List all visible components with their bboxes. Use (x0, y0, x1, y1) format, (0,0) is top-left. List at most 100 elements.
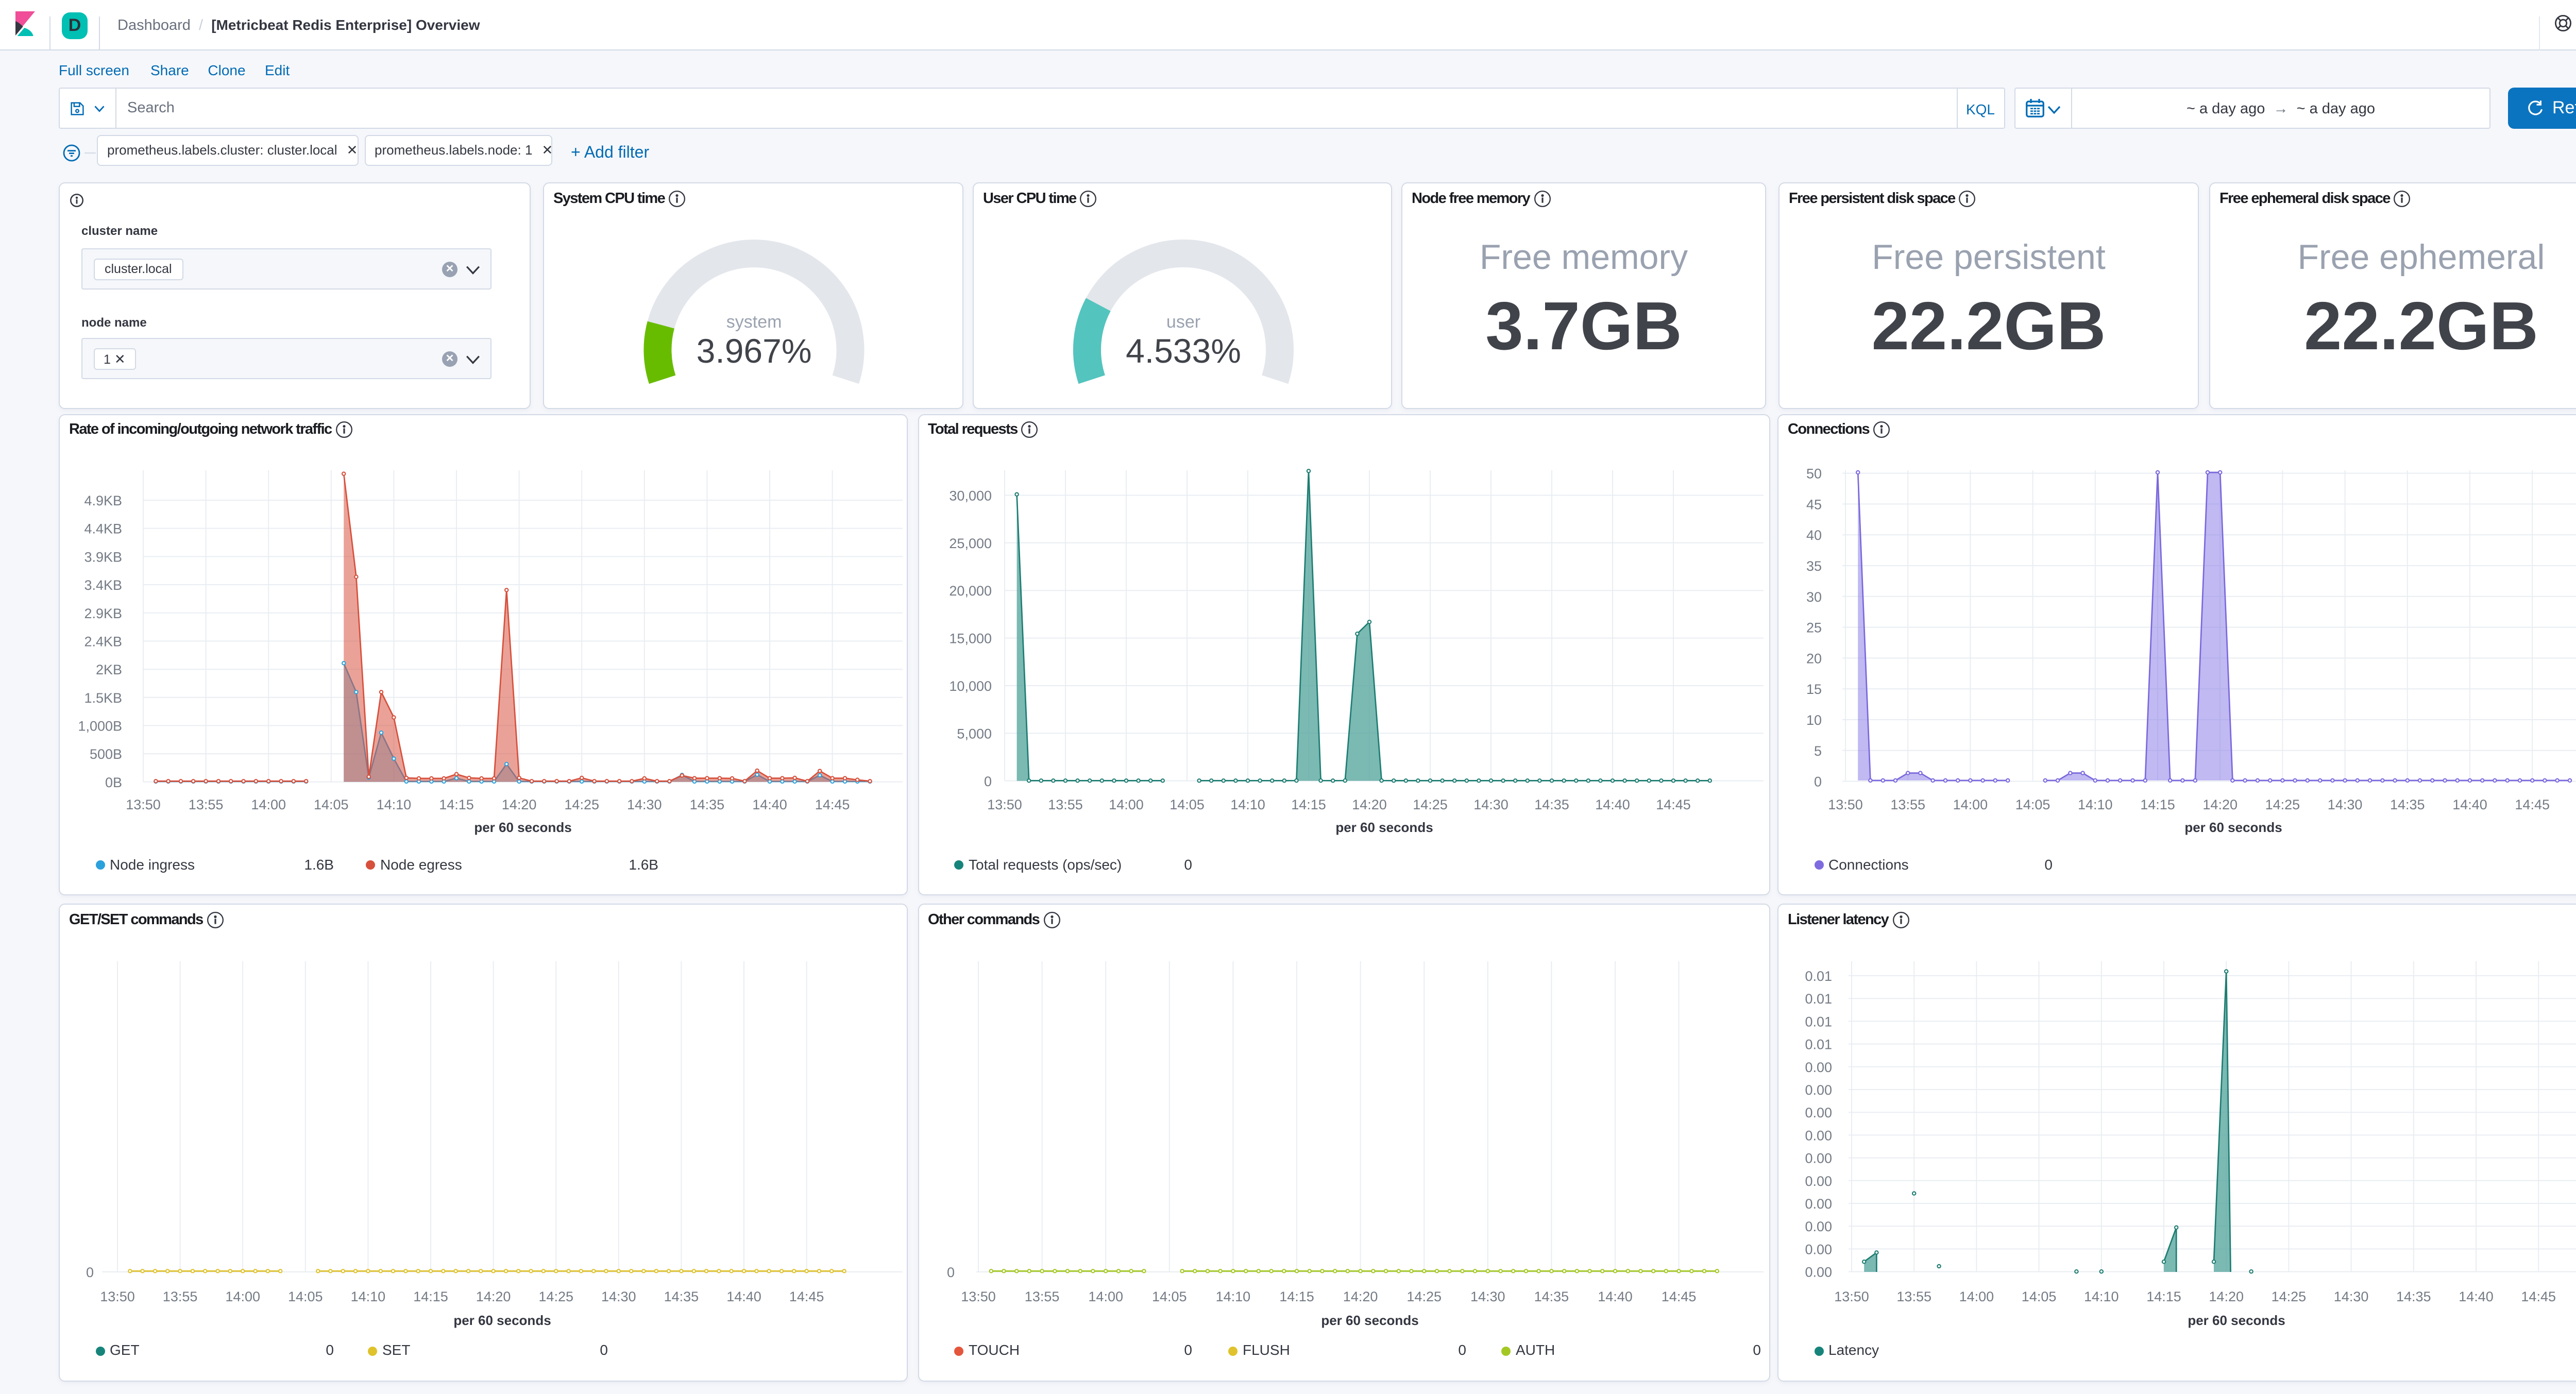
svg-text:14:20: 14:20 (1343, 1289, 1378, 1304)
svg-text:system: system (726, 312, 782, 332)
svg-text:0B: 0B (105, 774, 122, 790)
svg-text:14:15: 14:15 (2146, 1289, 2181, 1304)
svg-text:0.01: 0.01 (1805, 1037, 1832, 1052)
svg-text:30,000: 30,000 (948, 487, 991, 503)
svg-text:14:45: 14:45 (815, 796, 850, 812)
svg-text:0: 0 (984, 773, 991, 789)
svg-text:14:25: 14:25 (2272, 1289, 2307, 1304)
svg-text:20,000: 20,000 (948, 583, 991, 598)
svg-text:14:10: 14:10 (2078, 796, 2113, 812)
svg-text:14:30: 14:30 (627, 796, 662, 812)
svg-text:13:50: 13:50 (1828, 796, 1863, 812)
svg-text:0.01: 0.01 (1805, 968, 1832, 984)
svg-text:13:50: 13:50 (100, 1289, 135, 1304)
svg-text:14:05: 14:05 (2022, 1289, 2057, 1304)
svg-text:14:00: 14:00 (1088, 1289, 1123, 1304)
svg-text:14:40: 14:40 (752, 796, 787, 812)
svg-text:14:20: 14:20 (1351, 796, 1386, 812)
svg-text:user: user (1166, 312, 1200, 332)
svg-text:14:35: 14:35 (1534, 1289, 1569, 1304)
svg-text:14:40: 14:40 (1597, 1289, 1632, 1304)
svg-text:50: 50 (1806, 466, 1822, 481)
svg-text:14:00: 14:00 (1108, 796, 1143, 812)
svg-text:14:45: 14:45 (2521, 1289, 2556, 1304)
svg-text:1.5KB: 1.5KB (84, 690, 122, 705)
svg-text:40: 40 (1806, 527, 1822, 542)
svg-text:14:40: 14:40 (2452, 796, 2487, 812)
svg-text:14:15: 14:15 (1291, 796, 1326, 812)
svg-text:14:30: 14:30 (1470, 1289, 1505, 1304)
svg-text:0.00: 0.00 (1805, 1242, 1832, 1257)
svg-text:14:45: 14:45 (789, 1289, 824, 1304)
svg-text:0.00: 0.00 (1805, 1265, 1832, 1280)
svg-text:14:30: 14:30 (601, 1289, 636, 1304)
svg-text:14:10: 14:10 (1230, 796, 1265, 812)
svg-text:15: 15 (1806, 681, 1822, 696)
svg-text:0: 0 (1814, 774, 1822, 789)
svg-text:20: 20 (1806, 650, 1822, 666)
svg-text:14:05: 14:05 (1169, 796, 1204, 812)
svg-text:4.4KB: 4.4KB (84, 521, 122, 536)
svg-text:0.00: 0.00 (1805, 1082, 1832, 1098)
svg-text:14:40: 14:40 (2459, 1289, 2494, 1304)
svg-text:14:35: 14:35 (664, 1289, 699, 1304)
svg-text:13:50: 13:50 (1834, 1289, 1869, 1304)
svg-text:0.00: 0.00 (1805, 1105, 1832, 1120)
svg-text:14:35: 14:35 (2390, 796, 2425, 812)
svg-text:3.4KB: 3.4KB (84, 577, 122, 592)
svg-text:14:30: 14:30 (2328, 796, 2363, 812)
svg-text:14:20: 14:20 (502, 796, 537, 812)
svg-text:14:25: 14:25 (538, 1289, 573, 1304)
svg-text:14:30: 14:30 (2334, 1289, 2369, 1304)
svg-text:15,000: 15,000 (948, 631, 991, 646)
svg-text:14:15: 14:15 (2140, 796, 2175, 812)
svg-text:per 60 seconds: per 60 seconds (1335, 819, 1432, 835)
svg-text:14:35: 14:35 (1534, 796, 1569, 812)
svg-text:per 60 seconds: per 60 seconds (2184, 819, 2282, 835)
svg-text:14:45: 14:45 (2515, 796, 2550, 812)
svg-text:10: 10 (1806, 712, 1822, 727)
svg-text:0.00: 0.00 (1805, 1174, 1832, 1189)
svg-text:5,000: 5,000 (956, 725, 991, 741)
svg-text:13:55: 13:55 (1047, 796, 1082, 812)
svg-text:13:55: 13:55 (189, 796, 224, 812)
svg-text:per 60 seconds: per 60 seconds (1320, 1313, 1418, 1328)
svg-text:14:15: 14:15 (413, 1289, 448, 1304)
svg-text:25: 25 (1806, 620, 1822, 635)
svg-text:500B: 500B (90, 746, 122, 761)
svg-text:per 60 seconds: per 60 seconds (474, 819, 571, 835)
svg-text:45: 45 (1806, 496, 1822, 512)
svg-text:14:20: 14:20 (2209, 1289, 2244, 1304)
svg-text:14:25: 14:25 (564, 796, 599, 812)
svg-text:14:05: 14:05 (2015, 796, 2050, 812)
svg-text:30: 30 (1806, 589, 1822, 604)
svg-text:14:35: 14:35 (690, 796, 725, 812)
svg-text:3.9KB: 3.9KB (84, 549, 122, 564)
svg-text:14:00: 14:00 (251, 796, 286, 812)
svg-text:1,000B: 1,000B (78, 718, 122, 733)
svg-text:14:25: 14:25 (1406, 1289, 1441, 1304)
svg-text:3.967%: 3.967% (697, 332, 812, 370)
svg-text:per 60 seconds: per 60 seconds (453, 1313, 551, 1328)
svg-text:per 60 seconds: per 60 seconds (2188, 1313, 2285, 1328)
svg-text:4.533%: 4.533% (1126, 332, 1241, 370)
svg-text:25,000: 25,000 (948, 535, 991, 551)
svg-text:0.00: 0.00 (1805, 1219, 1832, 1234)
svg-text:14:05: 14:05 (288, 1289, 323, 1304)
svg-text:13:50: 13:50 (126, 796, 161, 812)
svg-text:14:00: 14:00 (225, 1289, 260, 1304)
svg-text:14:00: 14:00 (1959, 1289, 1994, 1304)
svg-text:14:00: 14:00 (1953, 796, 1988, 812)
svg-text:0.00: 0.00 (1805, 1151, 1832, 1166)
svg-text:14:25: 14:25 (2265, 796, 2300, 812)
svg-text:0.00: 0.00 (1805, 1128, 1832, 1143)
svg-text:14:20: 14:20 (2202, 796, 2238, 812)
svg-text:0: 0 (86, 1265, 94, 1280)
svg-text:14:10: 14:10 (1215, 1289, 1250, 1304)
svg-text:2KB: 2KB (96, 661, 122, 677)
svg-text:14:45: 14:45 (1655, 796, 1690, 812)
svg-text:4.9KB: 4.9KB (84, 492, 122, 508)
svg-text:10,000: 10,000 (948, 678, 991, 693)
svg-text:14:10: 14:10 (2084, 1289, 2119, 1304)
svg-text:14:10: 14:10 (377, 796, 412, 812)
